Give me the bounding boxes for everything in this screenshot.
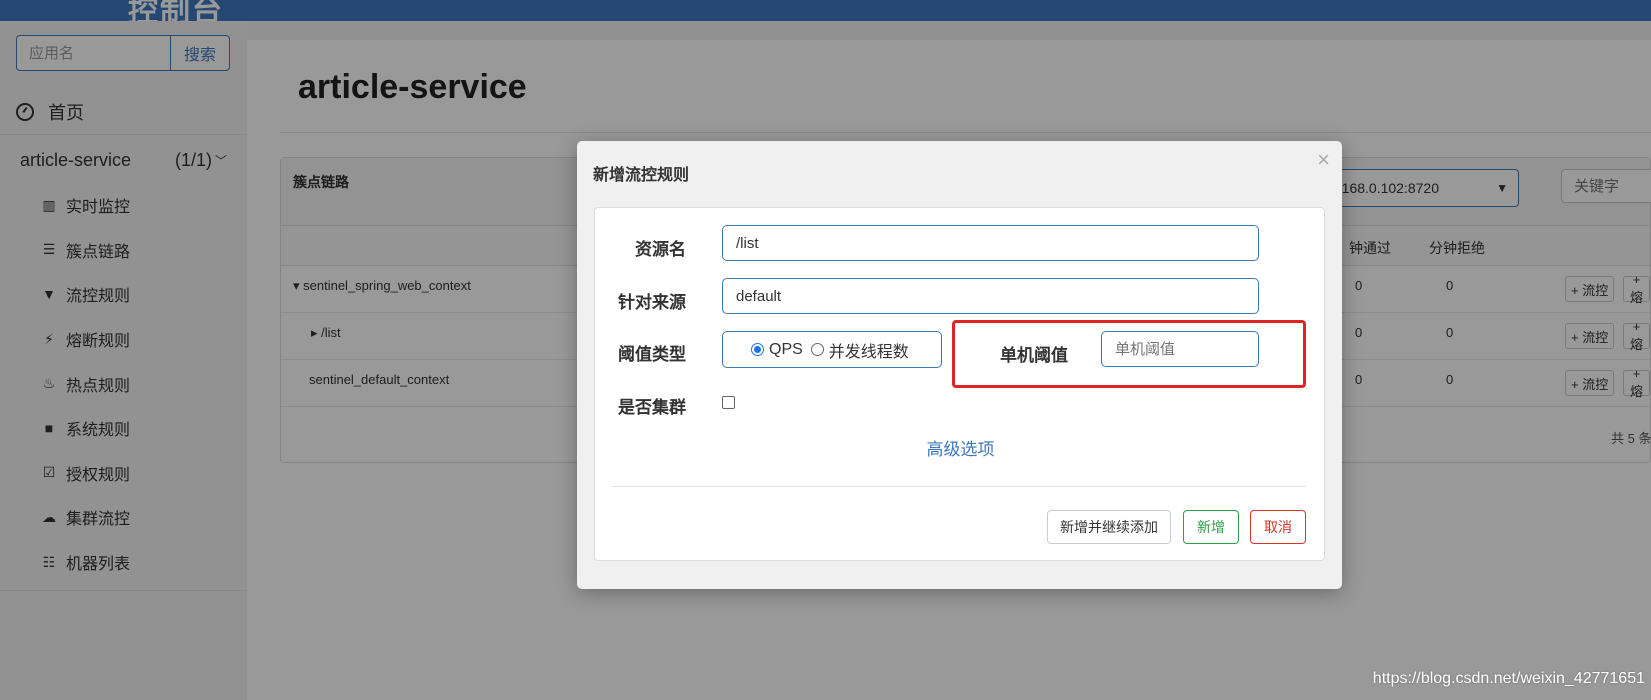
close-icon[interactable]: ×	[1317, 147, 1330, 173]
advanced-options-link[interactable]: 高级选项	[595, 435, 1326, 460]
resource-name-input[interactable]	[722, 225, 1259, 261]
threshold-type-qps-option[interactable]: QPS	[751, 341, 803, 359]
add-flow-rule-dialog: 新增流控规则 × 资源名 针对来源 阈值类型 QPS 并发线程数 单机阈值 是否…	[577, 141, 1342, 589]
watermark: https://blog.csdn.net/weixin_42771651	[1372, 670, 1645, 687]
dialog-title: 新增流控规则	[593, 167, 690, 184]
add-and-continue-button[interactable]: 新增并继续添加	[1047, 510, 1171, 544]
single-threshold-input[interactable]	[1101, 331, 1259, 367]
resource-name-label: 资源名	[635, 240, 686, 259]
add-button[interactable]: 新增	[1183, 510, 1239, 544]
limit-origin-label: 针对来源	[618, 293, 686, 312]
threshold-type-thread-option[interactable]: 并发线程数	[810, 338, 909, 362]
threshold-type-radio-group: QPS 并发线程数	[722, 331, 942, 368]
option-label: QPS	[769, 340, 803, 358]
cluster-mode-label: 是否集群	[618, 398, 686, 417]
form-divider	[612, 486, 1306, 487]
option-label: 并发线程数	[828, 343, 909, 361]
threshold-type-label: 阈值类型	[618, 345, 686, 364]
single-threshold-label: 单机阈值	[1000, 346, 1068, 365]
radio-selected-icon	[751, 343, 764, 356]
dialog-form: 资源名 针对来源 阈值类型 QPS 并发线程数 单机阈值 是否集群 高级选项 新…	[594, 207, 1325, 561]
cancel-button[interactable]: 取消	[1250, 510, 1306, 544]
cluster-mode-checkbox[interactable]	[722, 396, 735, 409]
radio-unselected-icon	[810, 343, 824, 356]
limit-origin-input[interactable]	[722, 278, 1259, 314]
